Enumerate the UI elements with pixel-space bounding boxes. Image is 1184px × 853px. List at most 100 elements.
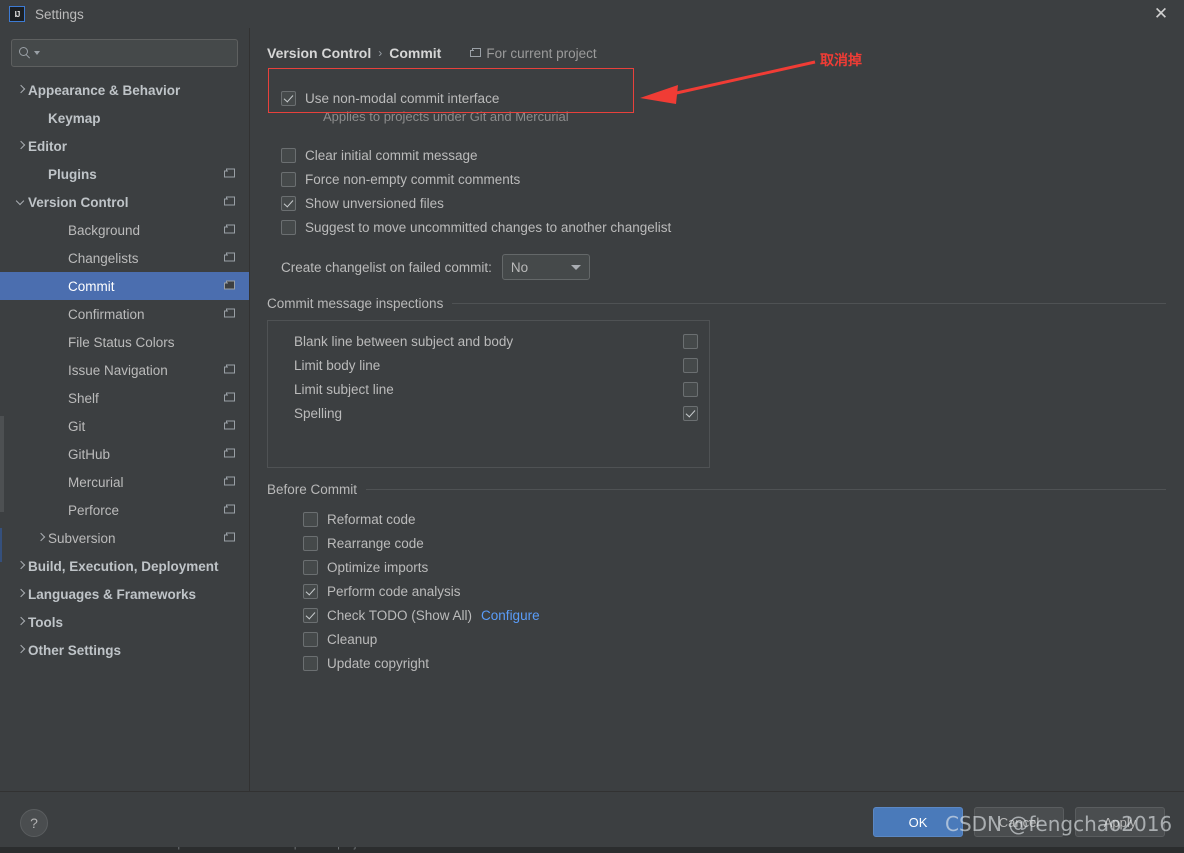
inspection-spelling-checkbox[interactable] bbox=[683, 405, 698, 421]
before-commit-reformat-code-checkbox[interactable] bbox=[303, 511, 318, 527]
inspection-limit-subject-line-row[interactable]: Limit subject line bbox=[268, 377, 709, 401]
before-commit-rearrange-code-row[interactable]: Rearrange code bbox=[303, 531, 1166, 555]
commit-option-show-unversioned-files-checkbox[interactable] bbox=[281, 195, 296, 211]
project-scope-icon bbox=[224, 168, 235, 180]
sidebar-item-label: Plugins bbox=[48, 166, 97, 182]
sidebar-item-label: Confirmation bbox=[68, 306, 145, 322]
inspection-limit-subject-line-checkbox[interactable] bbox=[683, 381, 698, 397]
breadcrumb-root[interactable]: Version Control bbox=[267, 45, 371, 61]
sidebar-item-editor[interactable]: Editor bbox=[0, 132, 249, 160]
chevron-right-icon[interactable] bbox=[14, 615, 28, 629]
close-icon[interactable]: ✕ bbox=[1138, 0, 1184, 28]
sidebar-item-label: Issue Navigation bbox=[68, 362, 168, 378]
sidebar-item-subversion[interactable]: Subversion bbox=[0, 524, 249, 552]
chevron-down-icon[interactable] bbox=[14, 195, 28, 209]
sidebar-item-confirmation[interactable]: Confirmation bbox=[0, 300, 249, 328]
before-commit-check-todo-show-all-checkbox[interactable] bbox=[303, 607, 318, 623]
commit-option-clear-initial-commit-message-row[interactable]: Clear initial commit message bbox=[281, 143, 1166, 167]
sidebar-scrollbar[interactable] bbox=[0, 416, 4, 512]
before-commit-cleanup-checkbox[interactable] bbox=[303, 631, 318, 647]
sidebar-item-issue-navigation[interactable]: Issue Navigation bbox=[0, 356, 249, 384]
sidebar-item-label: Tools bbox=[28, 614, 63, 630]
before-commit-update-copyright-row[interactable]: Update copyright bbox=[303, 651, 1166, 675]
sidebar-item-changelists[interactable]: Changelists bbox=[0, 244, 249, 272]
sidebar-item-commit[interactable]: Commit bbox=[0, 272, 249, 300]
chevron-right-icon[interactable] bbox=[34, 531, 48, 545]
help-button[interactable]: ? bbox=[20, 809, 48, 837]
sidebar-item-git[interactable]: Git bbox=[0, 412, 249, 440]
chevron-right-icon[interactable] bbox=[14, 559, 28, 573]
inspections-list: Blank line between subject and body Limit… bbox=[267, 320, 710, 468]
project-scope-icon bbox=[224, 504, 235, 516]
chevron-right-icon[interactable] bbox=[14, 83, 28, 97]
commit-option-force-non-empty-commit-comments-checkbox[interactable] bbox=[281, 171, 296, 187]
commit-option-show-unversioned-files-row[interactable]: Show unversioned files bbox=[281, 191, 1166, 215]
apply-button[interactable]: Apply bbox=[1075, 807, 1165, 837]
sidebar-item-github[interactable]: GitHub bbox=[0, 440, 249, 468]
project-scope-icon bbox=[470, 47, 482, 59]
sidebar-item-tools[interactable]: Tools bbox=[0, 608, 249, 636]
before-commit-update-copyright-checkbox[interactable] bbox=[303, 655, 318, 671]
inspection-blank-line-between-subject-and-body-checkbox[interactable] bbox=[683, 333, 698, 349]
inspection-spelling-row[interactable]: Spelling bbox=[268, 401, 709, 425]
sidebar-item-plugins[interactable]: Plugins bbox=[0, 160, 249, 188]
chevron-down-icon[interactable] bbox=[34, 51, 40, 55]
search-input[interactable] bbox=[45, 45, 230, 61]
sidebar-item-build-execution-deployment[interactable]: Build, Execution, Deployment bbox=[0, 552, 249, 580]
inspection-blank-line-between-subject-and-body-row[interactable]: Blank line between subject and body bbox=[268, 329, 709, 353]
sidebar-item-keymap[interactable]: Keymap bbox=[0, 104, 249, 132]
search-box[interactable] bbox=[11, 39, 238, 67]
cancel-button[interactable]: Cancel bbox=[974, 807, 1064, 837]
chevron-right-icon[interactable] bbox=[14, 587, 28, 601]
sidebar-item-label: Git bbox=[68, 418, 86, 434]
sidebar-item-shelf[interactable]: Shelf bbox=[0, 384, 249, 412]
commit-option-clear-initial-commit-message-checkbox[interactable] bbox=[281, 147, 296, 163]
commit-option-suggest-to-move-uncommitted-changes-to-another-changelist-checkbox[interactable] bbox=[281, 219, 296, 235]
commit-option-force-non-empty-commit-comments-row[interactable]: Force non-empty commit comments bbox=[281, 167, 1166, 191]
sidebar-item-appearance-behavior[interactable]: Appearance & Behavior bbox=[0, 76, 249, 104]
before-commit-check-todo-show-all-row[interactable]: Check TODO (Show All) Configure bbox=[303, 603, 1166, 627]
project-scope-icon bbox=[224, 476, 235, 488]
before-commit-reformat-code-row[interactable]: Reformat code bbox=[303, 507, 1166, 531]
before-commit-optimize-imports-row[interactable]: Optimize imports bbox=[303, 555, 1166, 579]
inspections-title: Commit message inspections bbox=[267, 296, 444, 311]
chevron-right-icon[interactable] bbox=[14, 643, 28, 657]
sidebar-item-file-status-colors[interactable]: File Status Colors bbox=[0, 328, 249, 356]
sidebar-item-mercurial[interactable]: Mercurial bbox=[0, 468, 249, 496]
sidebar-item-label: Editor bbox=[28, 138, 67, 154]
sidebar-item-label: Languages & Frameworks bbox=[28, 586, 197, 602]
inspection-limit-body-line-row[interactable]: Limit body line bbox=[268, 353, 709, 377]
non-modal-commit-group: Use non-modal commit interface Applies t… bbox=[267, 86, 1166, 124]
before-commit-list: Reformat code Rearrange code Optimize impo… bbox=[267, 507, 1166, 675]
sidebar-item-label: GitHub bbox=[68, 446, 111, 462]
sidebar-item-version-control[interactable]: Version Control bbox=[0, 188, 249, 216]
chevron-right-icon[interactable] bbox=[14, 139, 28, 153]
changelist-dropdown[interactable]: No bbox=[501, 254, 590, 280]
before-commit-perform-code-analysis-checkbox[interactable] bbox=[303, 583, 318, 599]
configure-link[interactable]: Configure bbox=[481, 608, 540, 623]
before-commit-section-header: Before Commit bbox=[267, 482, 1166, 497]
before-commit-rearrange-code-checkbox[interactable] bbox=[303, 535, 318, 551]
non-modal-commit-checkbox[interactable] bbox=[281, 90, 296, 106]
sidebar-item-perforce[interactable]: Perforce bbox=[0, 496, 249, 524]
before-commit-perform-code-analysis-row[interactable]: Perform code analysis bbox=[303, 579, 1166, 603]
before-commit-cleanup-row[interactable]: Cleanup bbox=[303, 627, 1166, 651]
scope-indicator: For current project bbox=[470, 46, 597, 61]
project-scope-icon bbox=[224, 420, 235, 432]
before-commit-cleanup-label: Cleanup bbox=[327, 631, 378, 647]
breadcrumb: Version Control › Commit For current pro… bbox=[267, 42, 1166, 64]
sidebar-item-other-settings[interactable]: Other Settings bbox=[0, 636, 249, 664]
commit-option-suggest-to-move-uncommitted-changes-to-another-changelist-row[interactable]: Suggest to move uncommitted changes to a… bbox=[281, 215, 1166, 239]
sidebar-item-label: Commit bbox=[68, 278, 115, 294]
before-commit-optimize-imports-checkbox[interactable] bbox=[303, 559, 318, 575]
sidebar-item-background[interactable]: Background bbox=[0, 216, 249, 244]
sidebar-item-languages-frameworks[interactable]: Languages & Frameworks bbox=[0, 580, 249, 608]
inspection-limit-body-line-checkbox[interactable] bbox=[683, 357, 698, 373]
ok-button[interactable]: OK bbox=[873, 807, 963, 837]
non-modal-commit-row[interactable]: Use non-modal commit interface bbox=[281, 86, 1166, 110]
